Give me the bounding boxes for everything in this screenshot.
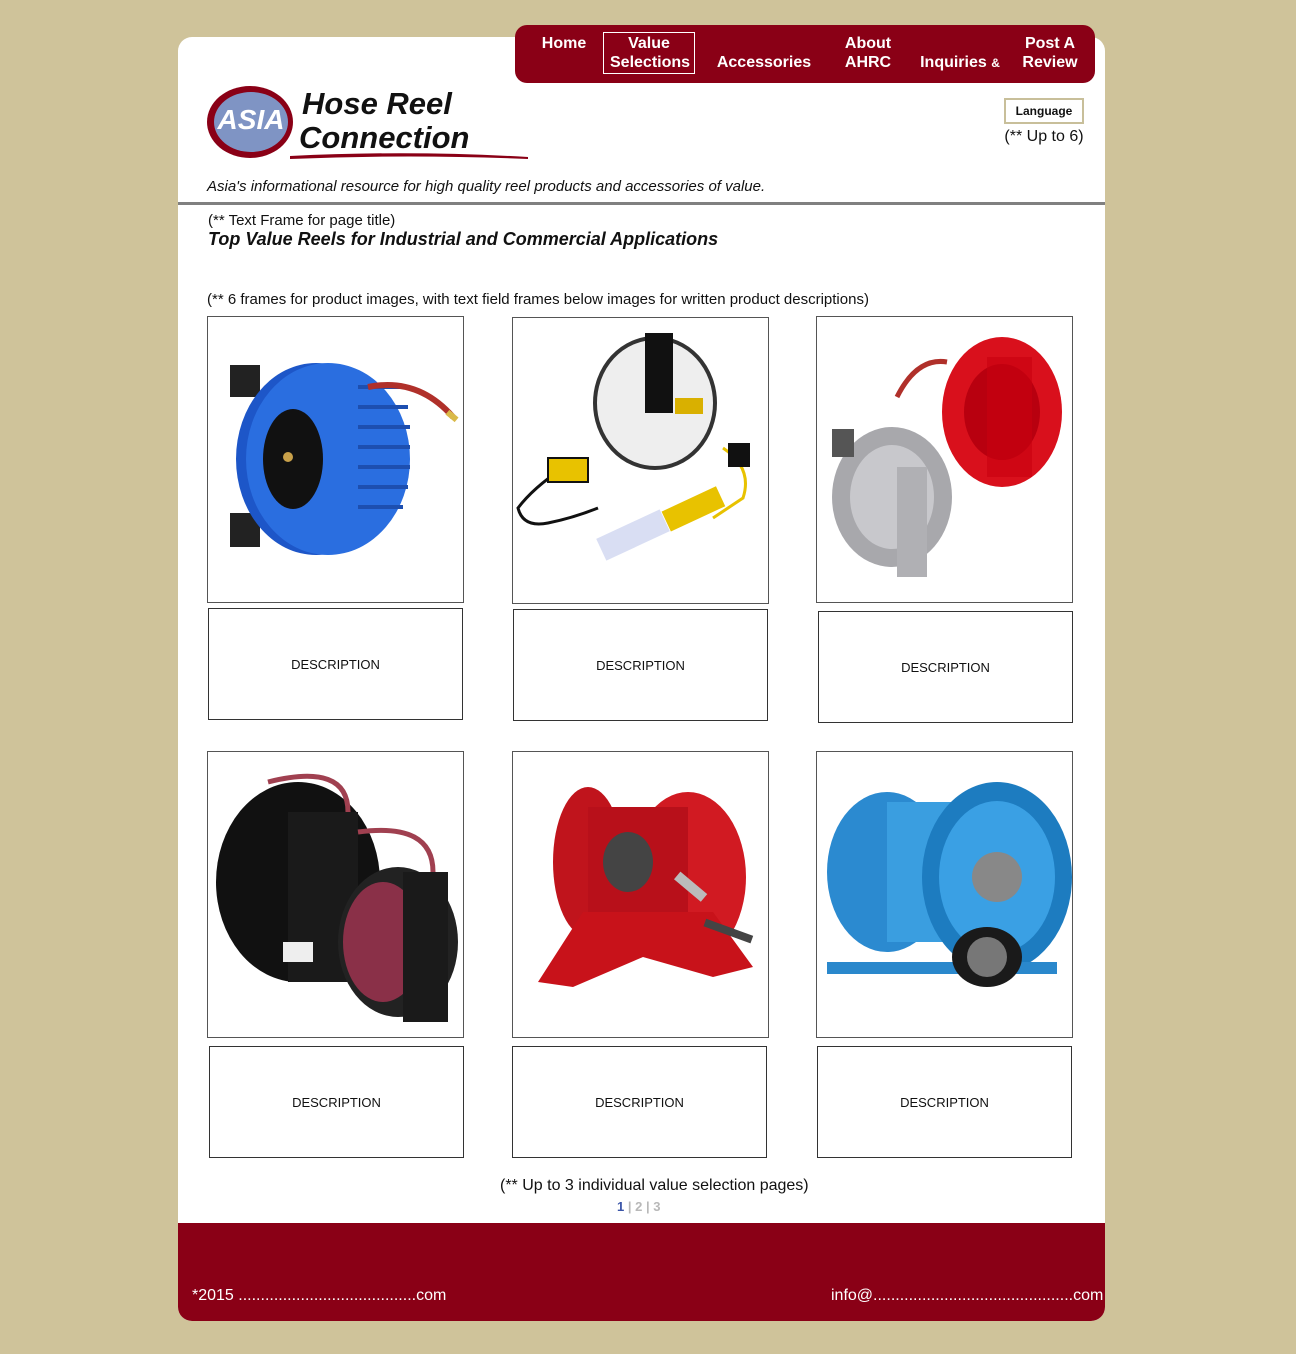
product-description-5: DESCRIPTION xyxy=(512,1046,767,1158)
ampersand: & xyxy=(991,56,1000,70)
product-image-frame-4[interactable] xyxy=(207,751,464,1038)
nav-home[interactable]: Home xyxy=(538,34,590,53)
nav-accessories-line2: & Specialties xyxy=(710,91,818,111)
frames-note: (** 6 frames for product images, with te… xyxy=(207,291,869,308)
nav-specialties-text: Specialties xyxy=(728,92,813,109)
blue-enclosed-hose-reel-image xyxy=(230,363,459,555)
black-induron-hose-reels-image xyxy=(216,773,458,1022)
footer-email[interactable]: info@...................................… xyxy=(831,1287,1103,1305)
nav-value-selections[interactable]: Value Selections xyxy=(603,32,695,74)
product-image-frame-3[interactable] xyxy=(816,316,1073,603)
blue-industrial-drum-reel-image xyxy=(827,782,1072,987)
logo-badge-text: ASIA xyxy=(217,104,285,135)
product-description-2: DESCRIPTION xyxy=(513,609,768,721)
product-image-frame-1[interactable] xyxy=(207,316,464,603)
cord-reel-with-work-light-image xyxy=(516,333,750,561)
page-link-2[interactable]: 2 xyxy=(635,1199,642,1214)
product-image-frame-5[interactable] xyxy=(512,751,769,1038)
language-note: (** Up to 6) xyxy=(1004,128,1084,145)
nav-inquiries-text: Inquiries xyxy=(920,54,987,71)
pagination: 1 | 2 | 3 xyxy=(617,1199,660,1214)
footer-copyright: *2015 ..................................… xyxy=(192,1287,447,1304)
page-link-3[interactable]: 3 xyxy=(653,1199,660,1214)
nav-post-review[interactable]: Post A Review xyxy=(1016,34,1084,72)
nav-about-ahrc[interactable]: About AHRC xyxy=(836,34,900,72)
product-description-3: DESCRIPTION xyxy=(818,611,1073,723)
product-description-1: DESCRIPTION xyxy=(208,608,463,720)
red-reelcraft-hand-crank-reel-image xyxy=(538,787,754,987)
product-description-6: DESCRIPTION xyxy=(817,1046,1072,1158)
product-image-frame-6[interactable] xyxy=(816,751,1073,1038)
pages-note: (** Up to 3 individual value selection p… xyxy=(500,1177,809,1194)
logo-swoosh xyxy=(290,153,528,159)
nav-accessories-line1: Accessories xyxy=(716,54,812,71)
page-separator: | xyxy=(627,1199,632,1214)
product-image-frame-2[interactable] xyxy=(512,317,769,604)
header-divider xyxy=(178,202,1105,205)
product-description-4: DESCRIPTION xyxy=(209,1046,464,1158)
ampersand: & xyxy=(715,94,725,108)
tagline: Asia's informational resource for high q… xyxy=(207,178,766,195)
page-title: Top Value Reels for Industrial and Comme… xyxy=(208,229,719,249)
page-separator: | xyxy=(645,1199,650,1214)
language-button[interactable]: Language xyxy=(1004,98,1084,124)
red-and-steel-hose-reels-image xyxy=(832,337,1062,577)
nav-inquiries-line1: Inquiries & xyxy=(913,53,1007,73)
title-frame-note: (** Text Frame for page title) xyxy=(208,212,396,229)
page-link-1[interactable]: 1 xyxy=(617,1199,624,1214)
nav-inquiries-solutions[interactable]: Inquiries & Solutions xyxy=(913,34,1007,130)
nav-accessories-specialties[interactable]: Accessories & Specialties xyxy=(710,34,818,130)
footer xyxy=(178,1223,1105,1321)
logo-line1: Hose Reel xyxy=(302,86,452,121)
nav-inquiries-line2: Solutions xyxy=(923,93,997,110)
